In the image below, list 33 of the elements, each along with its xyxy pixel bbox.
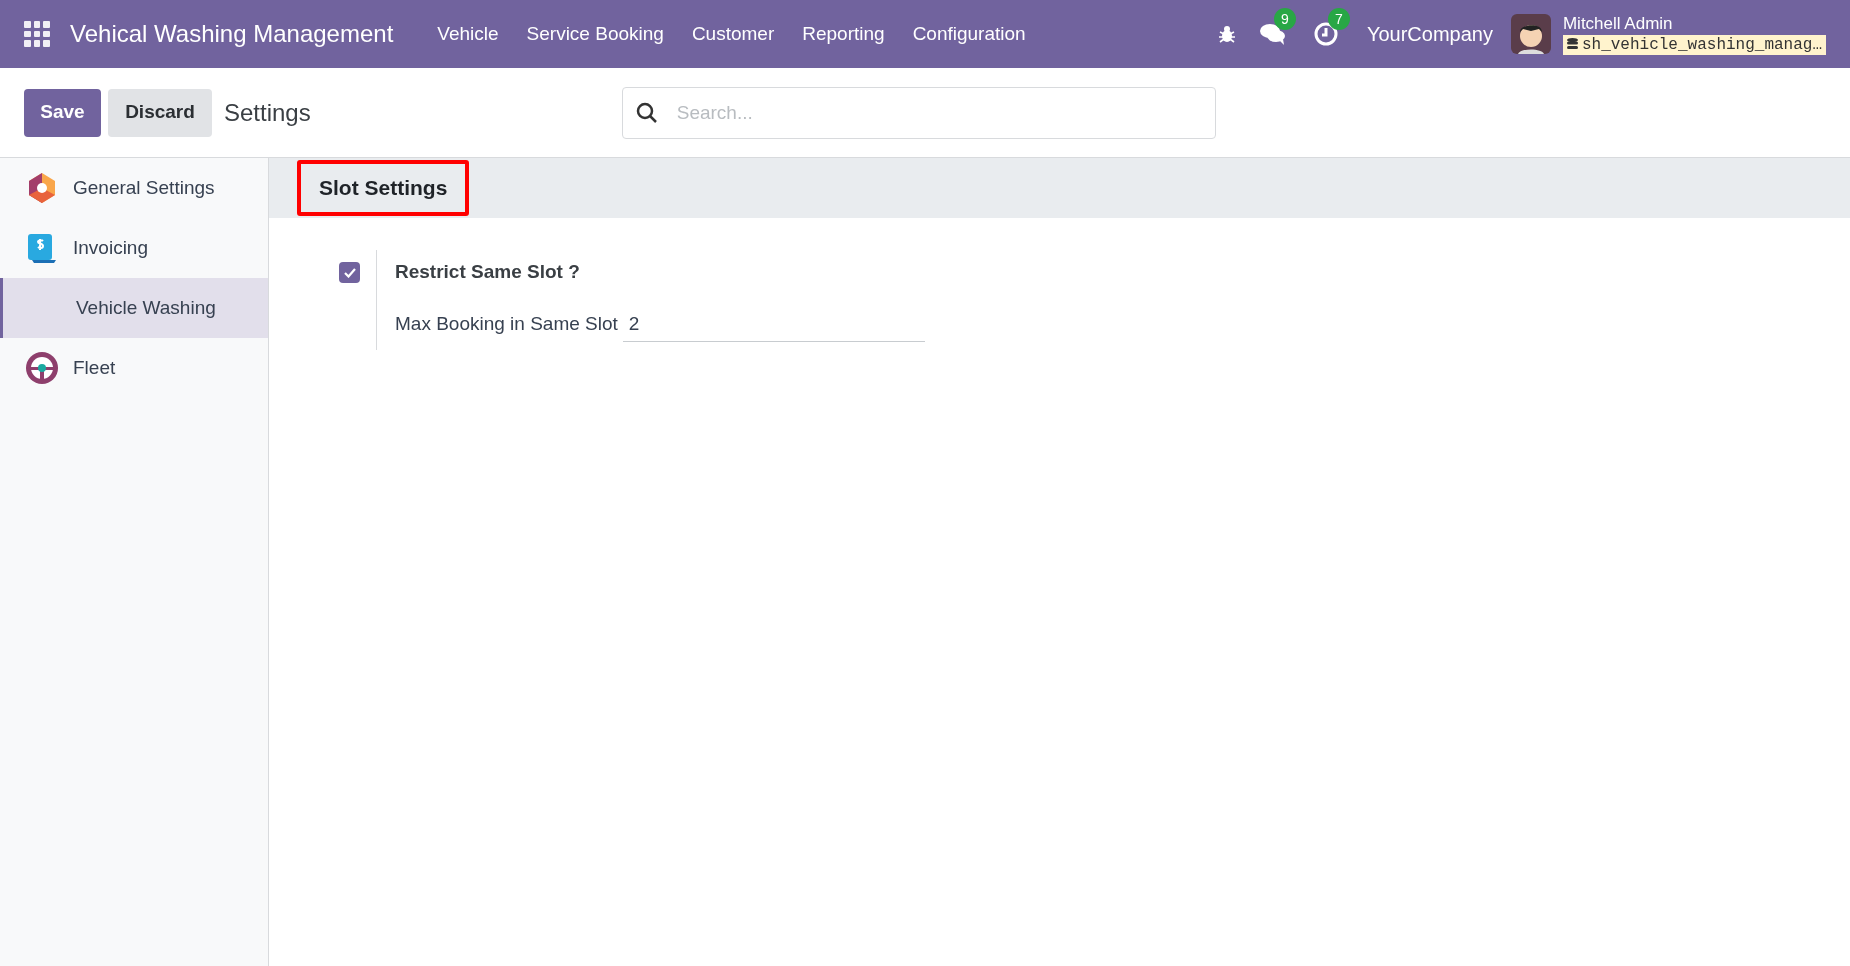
invoice-icon bbox=[26, 232, 58, 264]
search-icon bbox=[635, 101, 658, 124]
breadcrumb-title: Settings bbox=[224, 97, 311, 128]
checkbox[interactable] bbox=[339, 262, 360, 283]
company-switcher[interactable]: YourCompany bbox=[1366, 19, 1493, 49]
save-button[interactable]: Save bbox=[24, 88, 101, 137]
input-field[interactable]: 2 bbox=[622, 306, 925, 342]
search-field[interactable]: Search... bbox=[621, 86, 1216, 139]
setting-label: Restrict Same Slot ? bbox=[395, 260, 581, 284]
steering-wheel-icon bbox=[24, 350, 60, 386]
sidebar-item[interactable]: Vehicle Washing bbox=[0, 278, 268, 338]
menu-item[interactable]: Configuration bbox=[898, 13, 1040, 55]
discard-button[interactable]: Discard bbox=[108, 88, 212, 137]
menu-item[interactable]: Customer bbox=[677, 13, 789, 55]
hexagon-icon bbox=[27, 172, 57, 204]
user-name[interactable]: Mitchell Admin bbox=[1562, 13, 1826, 35]
sidebar-item[interactable]: Invoicing bbox=[0, 218, 268, 278]
check-icon bbox=[343, 267, 356, 278]
apps-menu-icon[interactable] bbox=[24, 21, 50, 47]
sidebar-item[interactable]: Fleet bbox=[0, 338, 268, 398]
menu-item[interactable]: Reporting bbox=[788, 13, 899, 55]
bug-icon[interactable] bbox=[1216, 24, 1237, 44]
menu-item[interactable]: Service Booking bbox=[512, 13, 678, 55]
menu-item[interactable]: Vehicle bbox=[423, 13, 513, 55]
avatar-icon bbox=[1510, 14, 1551, 54]
app-title[interactable]: Vehical Washing Management bbox=[70, 16, 394, 52]
count-badge: 9 bbox=[1273, 8, 1296, 30]
database-label: sh_vehicle_washing_manag… bbox=[1562, 34, 1826, 55]
field-label: Max Booking in Same Slot bbox=[395, 312, 618, 336]
sidebar-item[interactable]: General Settings bbox=[0, 158, 268, 218]
count-badge: 7 bbox=[1327, 8, 1350, 30]
section-title: Slot Settings bbox=[297, 160, 470, 216]
database-icon bbox=[1566, 38, 1578, 52]
